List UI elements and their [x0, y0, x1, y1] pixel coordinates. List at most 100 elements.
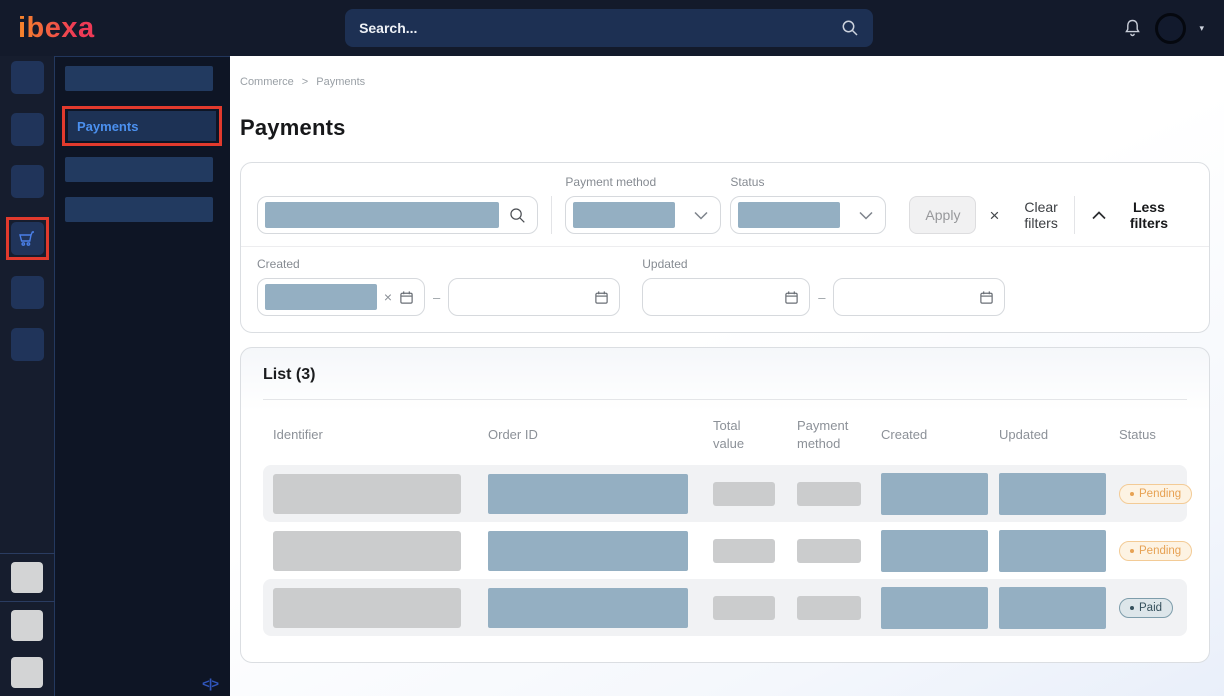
rail-divider — [0, 553, 55, 554]
status-dot-icon — [1130, 492, 1134, 496]
search-icon[interactable] — [841, 19, 859, 37]
created-label: Created — [257, 257, 620, 271]
created-to-date-input[interactable] — [448, 278, 620, 316]
collapse-panel-icon[interactable]: <|> — [202, 676, 218, 691]
icon-rail — [0, 56, 55, 696]
calendar-icon[interactable] — [784, 290, 799, 305]
filters-card: Payment method Status — [240, 162, 1210, 333]
col-total-value: Total value — [711, 417, 787, 452]
less-filters-button[interactable]: Less filters — [1092, 196, 1183, 234]
col-payment-method: Payment method — [787, 417, 873, 452]
clear-filters-label: Clear filters — [1008, 199, 1073, 231]
total-value-placeholder — [713, 596, 775, 620]
table-row[interactable]: Paid — [263, 579, 1187, 636]
chevron-up-icon — [1092, 211, 1106, 220]
total-value-placeholder — [713, 539, 775, 563]
rail-bottom-item-1[interactable] — [11, 562, 43, 593]
clear-x-icon: × — [989, 207, 999, 224]
created-placeholder — [881, 587, 988, 629]
list-title: List (3) — [241, 363, 1209, 399]
created-placeholder — [881, 473, 988, 515]
status-dot-icon — [1130, 549, 1134, 553]
col-identifier: Identifier — [263, 426, 488, 444]
secondary-nav-panel: Payments <|> — [55, 56, 230, 696]
table-row[interactable]: Pending — [263, 465, 1187, 522]
breadcrumb-payments: Payments — [316, 76, 365, 88]
bell-icon[interactable] — [1123, 18, 1142, 38]
created-placeholder — [881, 530, 988, 572]
status-value-placeholder — [738, 202, 840, 228]
range-dash: – — [433, 290, 440, 305]
order-id-placeholder — [488, 531, 688, 571]
main-content: Commerce > Payments Payments Payment met — [230, 56, 1224, 696]
ibexa-logo[interactable]: ibexa — [18, 12, 95, 45]
rail-nav-item-6[interactable] — [11, 328, 44, 361]
payment-method-placeholder — [797, 482, 861, 506]
page-title: Payments — [240, 115, 1210, 141]
created-from-value-placeholder — [265, 284, 377, 310]
table-header-row: Identifier Order ID Total value Payment … — [263, 400, 1187, 465]
range-dash: – — [818, 290, 825, 305]
search-icon[interactable] — [509, 207, 526, 224]
global-search-wrap — [95, 9, 1124, 47]
rail-nav-item-2[interactable] — [11, 113, 44, 146]
caret-down-icon[interactable]: ▾ — [1199, 24, 1204, 33]
updated-to-date-input[interactable] — [833, 278, 1005, 316]
breadcrumb: Commerce > Payments — [240, 70, 1210, 88]
nav-item-placeholder-3[interactable] — [65, 197, 213, 222]
rail-nav-item-5[interactable] — [11, 276, 44, 309]
calendar-icon[interactable] — [399, 290, 414, 305]
payments-list-card: List (3) Identifier Order ID Total value… — [240, 347, 1210, 663]
topbar-actions: ▾ — [1123, 13, 1204, 44]
status-label: Status — [730, 175, 886, 189]
updated-from-date-input[interactable] — [642, 278, 810, 316]
updated-placeholder — [999, 473, 1106, 515]
rail-bottom-item-2[interactable] — [11, 610, 43, 641]
rail-bottom-item-3[interactable] — [11, 657, 43, 688]
nav-item-placeholder-2[interactable] — [65, 157, 213, 182]
avatar[interactable] — [1155, 13, 1186, 44]
identifier-placeholder — [273, 531, 461, 571]
order-id-placeholder — [488, 588, 688, 628]
cart-icon — [17, 229, 37, 249]
payment-method-placeholder — [797, 539, 861, 563]
payment-method-select[interactable] — [565, 196, 721, 234]
order-id-placeholder — [488, 474, 688, 514]
rail-divider-2 — [0, 601, 55, 602]
calendar-icon[interactable] — [594, 290, 609, 305]
apply-button[interactable]: Apply — [909, 196, 976, 234]
rail-nav-item-3[interactable] — [11, 165, 44, 198]
clear-date-icon[interactable]: × — [384, 290, 392, 304]
status-select[interactable] — [730, 196, 886, 234]
global-search[interactable] — [345, 9, 873, 47]
nav-item-placeholder-1[interactable] — [65, 66, 213, 91]
breadcrumb-commerce[interactable]: Commerce — [240, 76, 294, 88]
filter-search-input[interactable] — [257, 196, 538, 234]
updated-placeholder — [999, 530, 1106, 572]
updated-placeholder — [999, 587, 1106, 629]
col-updated: Updated — [991, 426, 1109, 444]
status-badge: Pending — [1119, 541, 1192, 561]
col-status: Status — [1109, 426, 1187, 444]
table-row[interactable]: Pending — [263, 522, 1187, 579]
rail-nav-item-1[interactable] — [11, 61, 44, 94]
payment-method-label: Payment method — [565, 175, 721, 189]
rail-nav-item-commerce[interactable] — [11, 222, 44, 255]
highlight-box-payments: Payments — [62, 106, 222, 146]
created-from-date-input[interactable]: × — [257, 278, 425, 316]
sidebar-item-payments[interactable]: Payments — [68, 111, 216, 141]
status-badge: Pending — [1119, 484, 1192, 504]
total-value-placeholder — [713, 482, 775, 506]
calendar-icon[interactable] — [979, 290, 994, 305]
less-filters-label: Less filters — [1115, 199, 1183, 231]
payments-table: Identifier Order ID Total value Payment … — [241, 400, 1209, 636]
status-badge: Paid — [1119, 598, 1173, 618]
chevron-down-icon — [859, 211, 873, 220]
filter-divider-vertical-2 — [1074, 196, 1075, 234]
updated-label: Updated — [642, 257, 1005, 271]
clear-filters-button[interactable]: × Clear filters — [989, 196, 1073, 234]
global-search-input[interactable] — [359, 20, 841, 36]
filter-divider-vertical — [551, 196, 552, 234]
identifier-placeholder — [273, 588, 461, 628]
payment-method-value-placeholder — [573, 202, 675, 228]
